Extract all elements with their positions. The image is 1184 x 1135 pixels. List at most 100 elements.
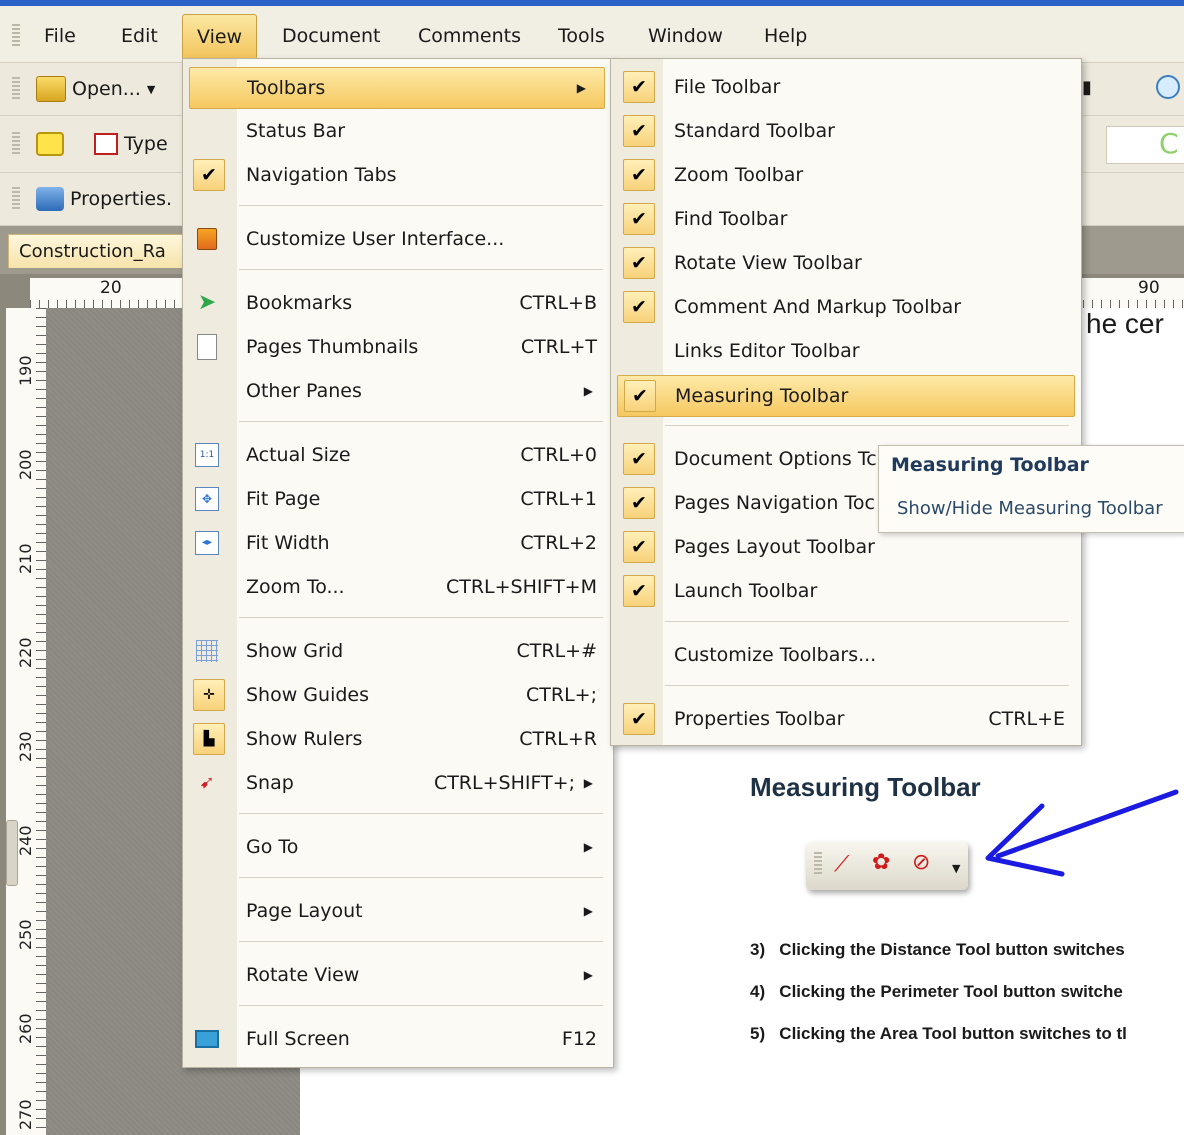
menu-item-snap[interactable]: ➹ Snap CTRL+SHIFT+; ▶ [183,763,611,803]
ruler-label: 240 [16,825,35,856]
menu-item-launch-toolbar[interactable]: ✔ Launch Toolbar [611,571,1079,611]
menu-help[interactable]: Help [750,20,821,52]
menu-view[interactable]: View [182,14,258,60]
open-label: Open... [72,78,141,100]
menu-item-label: Other Panes [246,380,362,402]
menu-item-fit-width[interactable]: ◂▸ Fit Width CTRL+2 [183,523,611,563]
menu-item-show-grid[interactable]: Show Grid CTRL+# [183,631,611,671]
menu-item-standard-toolbar[interactable]: ✔ Standard Toolbar [611,111,1079,151]
grip-icon [814,852,822,876]
typewriter-button[interactable]: Type [94,127,168,161]
ruler-label: 20 [100,278,122,298]
menu-item-customize-ui[interactable]: Customize User Interface... [183,219,611,259]
check-icon: ✔ [623,487,655,519]
menu-item-status-bar[interactable]: Status Bar [183,111,611,151]
measuring-toolbar-image: ⟋ ✿ ⊘ ▼ [806,842,968,890]
menu-item-label: Bookmarks [246,292,353,314]
menu-separator [239,205,603,206]
menu-item-rotate-view-toolbar[interactable]: ✔ Rotate View Toolbar [611,243,1079,283]
menu-item-zoom-toolbar[interactable]: ✔ Zoom Toolbar [611,155,1079,195]
menu-item-show-guides[interactable]: ✛ Show Guides CTRL+; [183,675,611,715]
submenu-arrow-icon: ▶ [583,776,593,790]
zoom-in-icon[interactable] [1156,75,1180,99]
menu-item-actual-size[interactable]: 1:1 Actual Size CTRL+0 [183,435,611,475]
submenu-arrow-icon: ▶ [576,81,586,95]
ruler-label: 190 [16,355,35,386]
menu-item-go-to[interactable]: Go To ▶ [183,827,611,867]
fit-width-icon: ◂▸ [193,529,221,557]
menu-item-toolbars[interactable]: Toolbars ▶ [189,67,605,109]
step-5: 5) Clicking the Area Tool button switche… [750,1024,1127,1044]
panel-collapse-handle[interactable] [6,820,18,886]
toolbar-grip[interactable] [12,77,20,101]
submenu-arrow-icon: ▶ [583,840,593,854]
tooltip: Measuring Toolbar Show/Hide Measuring To… [878,445,1184,533]
paint-brush-icon [193,225,221,253]
perimeter-tool-icon: ✿ [872,850,891,875]
menu-item-zoom-to[interactable]: Zoom To... CTRL+SHIFT+M [183,567,611,607]
menu-item-label: Rotate View Toolbar [674,252,862,274]
submenu-arrow-icon: ▶ [583,904,593,918]
menu-edit[interactable]: Edit [107,20,172,52]
check-icon: ✔ [623,443,655,475]
document-tab[interactable]: Construction_Ra [8,234,184,268]
menu-item-pages-layout-toolbar[interactable]: ✔ Pages Layout Toolbar [611,527,1079,567]
toolbar-grip[interactable] [12,187,20,211]
typewriter-icon [94,133,118,155]
menu-window[interactable]: Window [634,20,737,52]
menu-separator [239,813,603,814]
menu-item-label: Pages Layout Toolbar [674,536,875,558]
check-icon: ✔ [623,247,655,279]
note-tool-button[interactable] [36,127,64,161]
menu-item-shortcut: CTRL+R [519,728,597,750]
pan-hand-icon[interactable]: ▮ [1082,77,1092,98]
menu-item-customize-toolbars[interactable]: Customize Toolbars... [611,635,1079,675]
menubar-grip[interactable] [12,24,20,48]
tooltip-body: Show/Hide Measuring Toolbar [897,498,1163,519]
menu-item-label: Pages Thumbnails [246,336,419,358]
page-icon [193,333,221,361]
dropdown-arrow-icon[interactable]: ▼ [147,83,155,96]
menu-item-pages-thumbnails[interactable]: Pages Thumbnails CTRL+T [183,327,611,367]
menu-item-label: Comment And Markup Toolbar [674,296,962,318]
step-3: 3) Clicking the Distance Tool button swi… [750,940,1125,960]
menu-item-comment-markup-toolbar[interactable]: ✔ Comment And Markup Toolbar [611,287,1079,327]
properties-button[interactable]: Properties. [36,182,172,216]
menu-item-other-panes[interactable]: Other Panes ▶ [183,371,611,411]
menu-item-fit-page[interactable]: ✥ Fit Page CTRL+1 [183,479,611,519]
menu-item-find-toolbar[interactable]: ✔ Find Toolbar [611,199,1079,239]
color-field[interactable]: C [1106,126,1184,164]
check-icon: ✔ [623,703,655,735]
menu-item-measuring-toolbar[interactable]: ✔ Measuring Toolbar [617,375,1075,417]
menu-item-label: Customize User Interface... [246,228,505,250]
menu-document[interactable]: Document [268,20,394,52]
menu-item-label: Links Editor Toolbar [674,340,860,362]
vertical-ruler: 190 200 210 220 230 240 250 260 270 [6,308,47,1135]
menu-item-shortcut: CTRL+B [519,292,597,314]
menu-item-label: File Toolbar [674,76,781,98]
ruler-label: 270 [16,1099,35,1130]
color-letter-icon: C [1159,127,1179,160]
menu-file[interactable]: File [30,20,90,52]
menu-item-page-layout[interactable]: Page Layout ▶ [183,891,611,931]
menu-item-label: Go To [246,836,299,858]
menu-item-navigation-tabs[interactable]: ✔ Navigation Tabs [183,155,611,195]
menu-item-full-screen[interactable]: Full Screen F12 [183,1019,611,1059]
folder-icon [36,76,66,102]
menu-item-properties-toolbar[interactable]: ✔ Properties Toolbar CTRL+E [611,699,1079,739]
menu-item-links-editor-toolbar[interactable]: Links Editor Toolbar [611,331,1079,371]
toolbar-grip[interactable] [12,132,20,156]
menu-item-show-rulers[interactable]: ▙ Show Rulers CTRL+R [183,719,611,759]
open-button[interactable]: Open... ▼ [36,72,155,106]
menu-item-file-toolbar[interactable]: ✔ File Toolbar [611,67,1079,107]
check-icon: ✔ [623,575,655,607]
menu-item-label: Launch Toolbar [674,580,818,602]
menu-item-shortcut: CTRL+SHIFT+; [433,772,575,794]
menu-item-bookmarks[interactable]: ➤ Bookmarks CTRL+B [183,283,611,323]
menu-comments[interactable]: Comments [404,20,535,52]
menu-item-label: Status Bar [246,120,346,142]
menu-item-rotate-view[interactable]: Rotate View ▶ [183,955,611,995]
step-text: Clicking the Perimeter Tool button switc… [779,982,1123,1001]
menu-tools[interactable]: Tools [544,20,619,52]
menu-item-label: Find Toolbar [674,208,788,230]
